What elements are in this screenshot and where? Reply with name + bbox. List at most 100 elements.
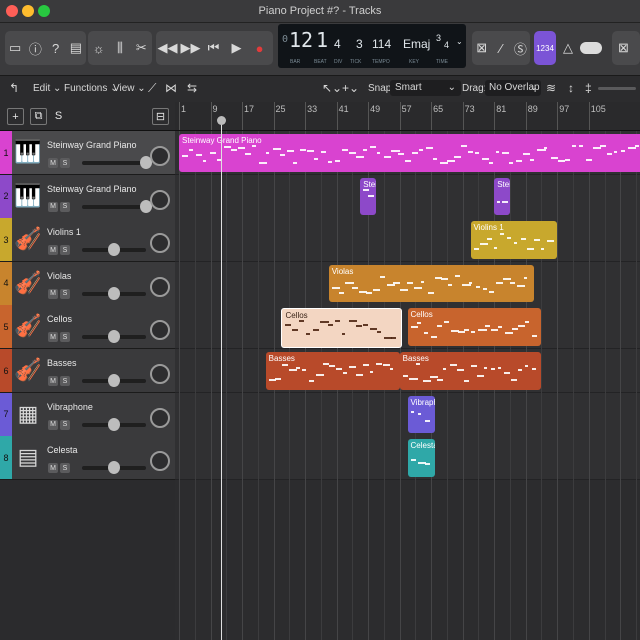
track-name[interactable]: Celesta	[47, 445, 78, 455]
zoom-vertical-icon[interactable]: ‡	[585, 81, 592, 95]
go-to-beginning-icon[interactable]: ⏮	[202, 31, 225, 65]
mute-button[interactable]: M	[48, 332, 58, 343]
inspector-icon[interactable]: ⓘ	[25, 31, 45, 65]
snap-select[interactable]: Smart ⌄	[390, 80, 461, 96]
quick-help-icon[interactable]: ?	[46, 31, 66, 65]
duplicate-track-icon[interactable]: ⧉	[30, 108, 47, 125]
flex-icon[interactable]: ⋈	[165, 81, 177, 95]
track-header[interactable]: 8 ▤ Celesta M S	[0, 436, 175, 481]
pan-knob[interactable]	[150, 364, 170, 384]
track-name[interactable]: Cellos	[47, 314, 72, 324]
volume-fader-knob[interactable]	[108, 374, 121, 387]
midi-region[interactable]: Steinway Grand Piano	[494, 177, 510, 216]
editors-scissors-icon[interactable]: ✂	[131, 31, 152, 65]
view-menu[interactable]: View ⌄	[113, 83, 146, 94]
track-header[interactable]: 5 🎻 Cellos M S	[0, 305, 175, 350]
track-name[interactable]: Violins 1	[47, 227, 81, 237]
arrange-area[interactable]: Steinway Grand Piano Steinway Grand Piano…	[175, 131, 640, 640]
track-lane[interactable]	[175, 218, 640, 263]
mixer-icon[interactable]: ⫼	[109, 31, 130, 65]
lcd-menu-chevron-icon[interactable]: ⌄	[456, 37, 463, 46]
solo-button[interactable]: S	[60, 245, 70, 256]
midi-region[interactable]: Violins 1	[470, 221, 558, 259]
track-name[interactable]: Violas	[47, 271, 71, 281]
track-header[interactable]: 1 🎹 Steinway Grand Piano M S	[0, 131, 175, 175]
automation-icon[interactable]: ⟋	[148, 81, 156, 96]
volume-fader[interactable]	[82, 204, 146, 209]
mute-button[interactable]: M	[48, 463, 58, 474]
mute-button[interactable]: M	[48, 158, 58, 168]
back-arrow-icon[interactable]: ↰	[9, 81, 19, 95]
solo-button[interactable]: S	[60, 419, 70, 430]
track-name[interactable]: Steinway Grand Piano	[47, 184, 137, 194]
solo-button[interactable]: S	[60, 288, 70, 299]
smart-controls-icon[interactable]: ☼	[88, 31, 109, 65]
functions-menu[interactable]: Functions ⌄	[64, 83, 119, 94]
midi-region[interactable]: Basses	[399, 352, 542, 390]
track-header[interactable]: 4 🎻 Violas M S	[0, 261, 175, 306]
solo-button[interactable]: S	[60, 201, 70, 212]
master-volume-toggle[interactable]	[580, 42, 602, 54]
list-editors-icon[interactable]: ⊠	[612, 31, 640, 65]
replace-icon[interactable]: ⁄	[491, 31, 510, 65]
tuner-icon[interactable]: ⊠	[472, 31, 491, 65]
play-icon[interactable]: ▶	[225, 31, 248, 65]
track-name[interactable]: Vibraphone	[47, 402, 93, 412]
pan-knob[interactable]	[150, 407, 170, 428]
playhead[interactable]	[221, 120, 222, 640]
solo-icon[interactable]: Ⓢ	[511, 31, 530, 65]
midi-region[interactable]: Cellos	[281, 308, 402, 348]
midi-region[interactable]: Vibraphone	[407, 395, 436, 434]
mute-button[interactable]: M	[48, 419, 58, 430]
volume-fader-knob[interactable]	[108, 286, 121, 300]
mute-button[interactable]: M	[48, 376, 58, 386]
volume-fader-knob[interactable]	[108, 243, 121, 257]
count-in-button[interactable]: 1234	[534, 31, 556, 65]
midi-region[interactable]: Steinway Grand Piano	[179, 134, 640, 172]
waveform-zoom-icon[interactable]: ≋	[546, 81, 556, 95]
zoom-slider[interactable]	[598, 87, 636, 90]
pan-knob[interactable]	[150, 233, 170, 254]
pointer-tool-icon[interactable]: ↖⌄	[322, 81, 342, 95]
midi-region[interactable]: Violas	[328, 264, 534, 303]
region-catch-icon[interactable]: ⊟	[152, 108, 169, 125]
volume-fader-knob[interactable]	[108, 417, 121, 431]
mute-button[interactable]: M	[48, 201, 58, 212]
volume-fader-knob[interactable]	[108, 461, 121, 475]
lcd-display[interactable]: 0 12 1 4 3 114 Emaj 3 4 ⌄ BAR BEAT DIV T…	[278, 24, 466, 68]
pan-knob[interactable]	[150, 146, 170, 166]
volume-fader[interactable]	[82, 161, 146, 165]
playhead-handle[interactable]	[217, 116, 226, 125]
mute-button[interactable]: M	[48, 288, 58, 299]
pan-knob[interactable]	[150, 451, 170, 472]
secondary-tool-icon[interactable]: +⌄	[342, 81, 359, 95]
catch-icon[interactable]: ⇆	[187, 81, 197, 95]
vertical-zoom-icon[interactable]: ↕	[568, 81, 574, 95]
drag-select[interactable]: No Overlap ⌄	[485, 80, 541, 96]
pan-knob[interactable]	[150, 189, 170, 210]
midi-region[interactable]: Celesta	[407, 439, 436, 477]
solo-button[interactable]: S	[60, 332, 70, 343]
bar-ruler[interactable]: 1 9 17 25 33 41 49 57 65 73 81 89 97 105	[175, 102, 640, 131]
track-header[interactable]: 3 🎻 Violins 1 M S	[0, 218, 175, 263]
fast-forward-icon[interactable]: ▶▶	[179, 31, 202, 65]
midi-region[interactable]: Cellos	[407, 308, 542, 346]
record-icon[interactable]: ●	[248, 31, 271, 65]
volume-fader-knob[interactable]	[108, 330, 121, 344]
track-name[interactable]: Basses	[47, 358, 77, 368]
midi-region[interactable]: Basses	[265, 352, 400, 390]
track-lane[interactable]	[175, 174, 640, 219]
edit-menu[interactable]: Edit ⌄	[33, 83, 61, 94]
global-solo-icon[interactable]: S	[51, 108, 66, 123]
track-name[interactable]: Steinway Grand Piano	[47, 140, 137, 150]
metronome-icon[interactable]: △	[558, 31, 578, 65]
mute-button[interactable]: M	[48, 245, 58, 256]
toolbar-toggle-icon[interactable]: ▤	[66, 31, 86, 65]
solo-button[interactable]: S	[60, 463, 70, 474]
library-icon[interactable]: ▭	[5, 31, 25, 65]
midi-region[interactable]: Steinway Grand Piano	[360, 177, 376, 216]
rewind-icon[interactable]: ◀◀	[156, 31, 179, 65]
solo-button[interactable]: S	[60, 376, 70, 386]
pan-knob[interactable]	[150, 320, 170, 341]
pan-knob[interactable]	[150, 276, 170, 297]
